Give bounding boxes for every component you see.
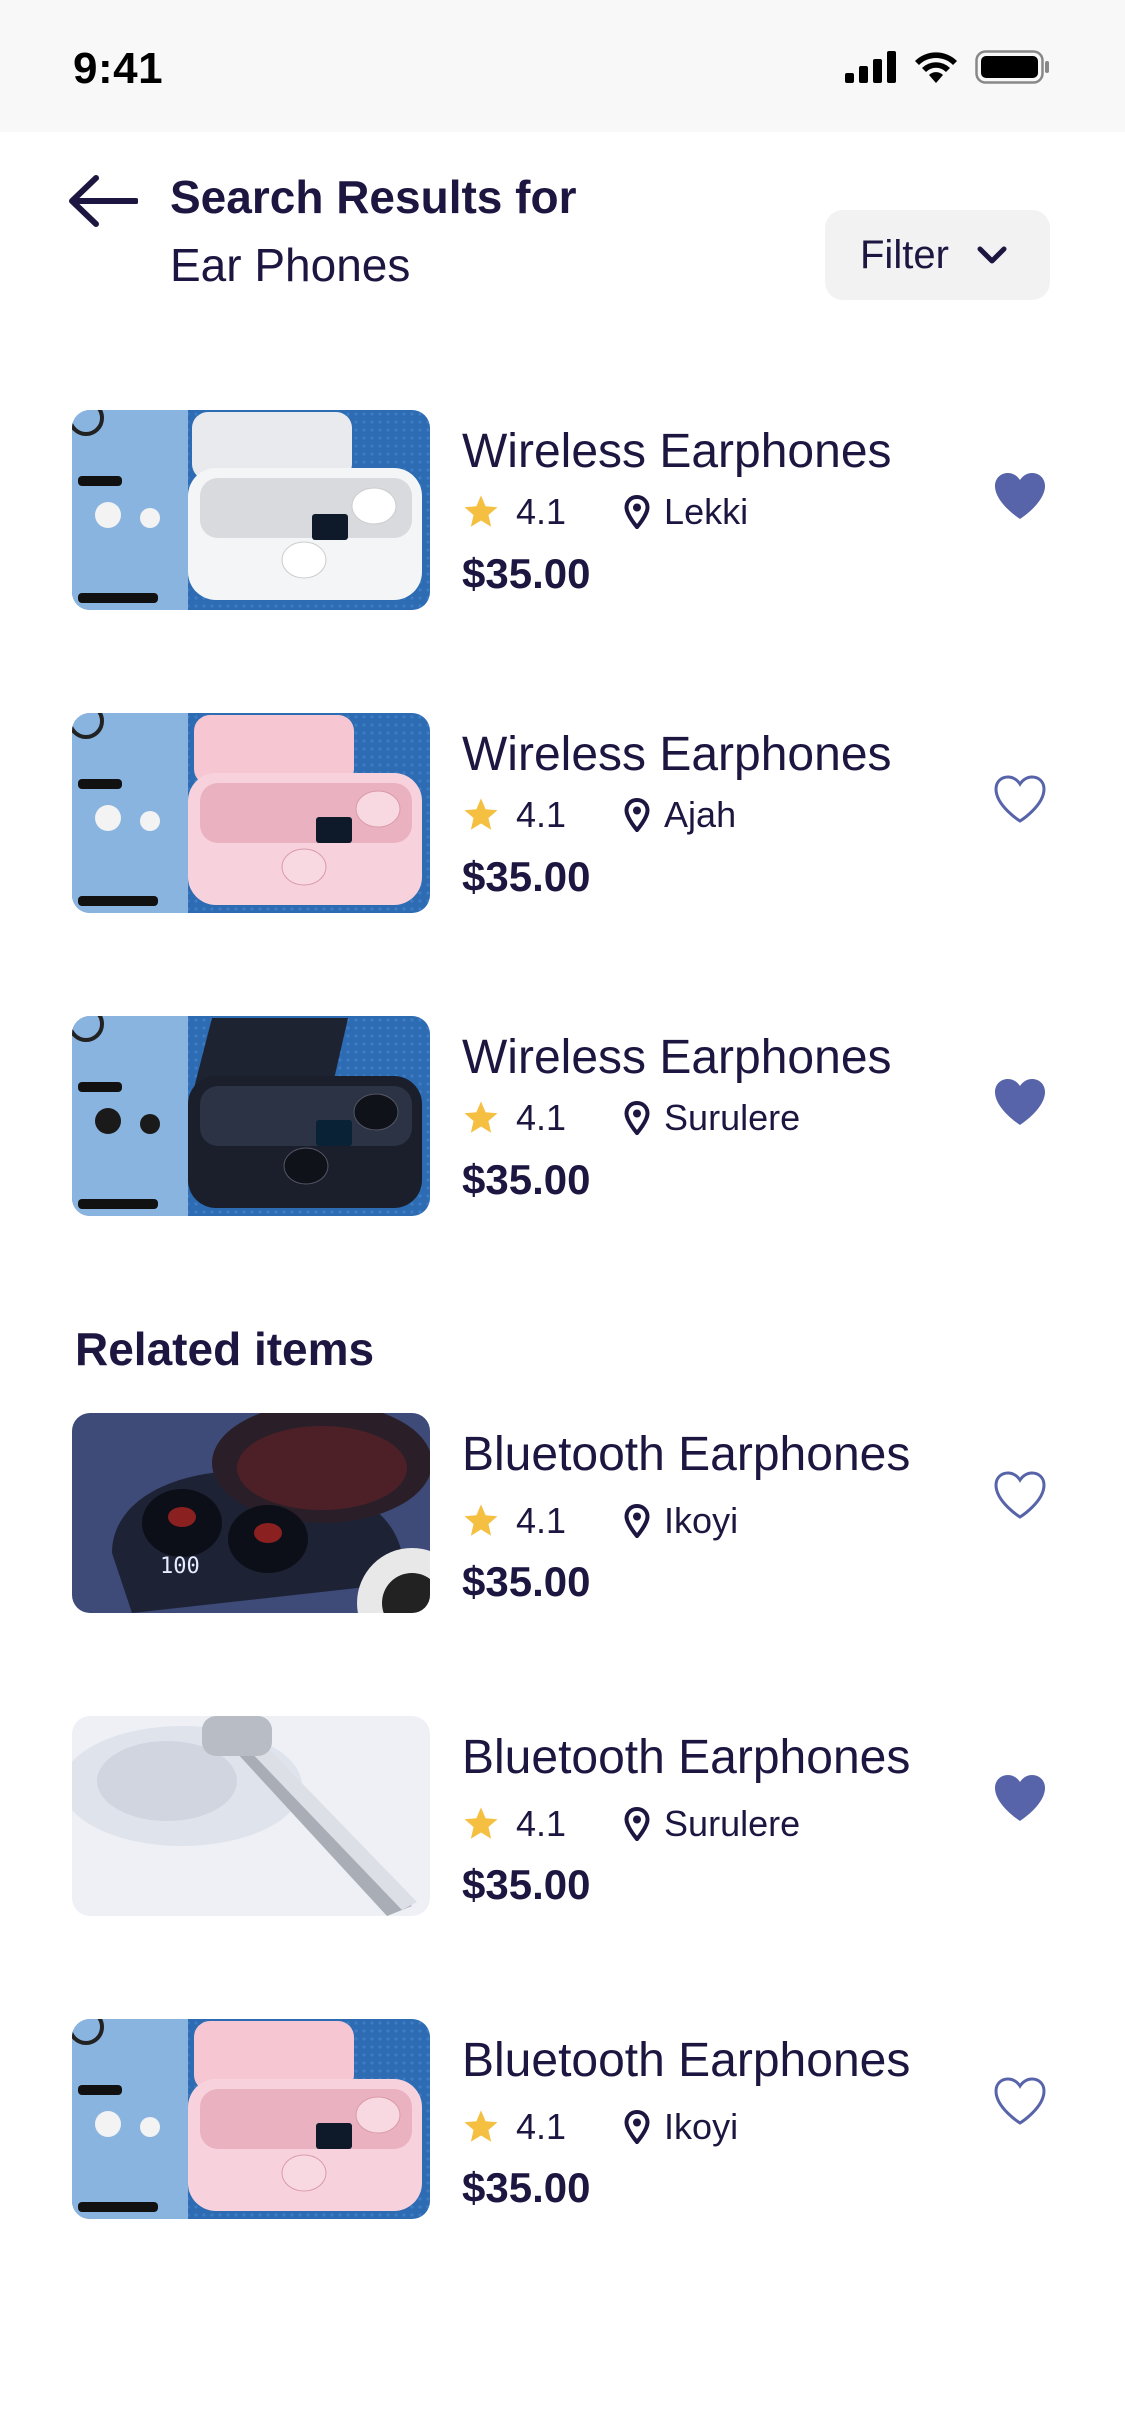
product-name[interactable]: Wireless Earphones [462, 1030, 892, 1085]
status-bar: 9:41 [0, 0, 1125, 132]
heart-filled-icon [995, 1775, 1045, 1821]
product-name[interactable]: Wireless Earphones [462, 727, 892, 782]
favorite-button[interactable] [992, 2075, 1048, 2127]
star-icon [464, 495, 498, 527]
star-icon [464, 1807, 498, 1839]
location-text: Surulere [664, 1803, 801, 1844]
location-text: Surulere [664, 1097, 801, 1138]
product-image[interactable] [72, 410, 430, 610]
related-items-title: Related items [75, 1323, 375, 1375]
rating-value: 4.1 [516, 794, 567, 835]
star-icon [464, 1504, 498, 1536]
product-price: $35.00 [462, 1558, 591, 1605]
product-price: $35.00 [462, 2164, 591, 2211]
rating-value: 4.1 [516, 2106, 567, 2147]
product-image[interactable] [72, 1716, 430, 1916]
product-card[interactable]: Wireless Earphones 4.1 Lekki $35.00 [72, 410, 1052, 610]
favorite-button[interactable] [992, 773, 1048, 825]
product-price: $35.00 [462, 1156, 591, 1203]
rating-value: 4.1 [516, 1803, 567, 1844]
product-name[interactable]: Bluetooth Earphones [462, 1427, 910, 1482]
product-image[interactable] [72, 2019, 430, 2219]
location-text: Ikoyi [664, 1500, 739, 1541]
location-pin-icon [624, 798, 650, 832]
back-button[interactable] [68, 174, 139, 228]
svg-text:100: 100 [160, 1554, 200, 1579]
product-image[interactable] [72, 713, 430, 913]
product-name[interactable]: Bluetooth Earphones [462, 2033, 910, 2088]
status-time: 9:41 [73, 44, 164, 93]
heart-filled-icon [995, 1079, 1045, 1125]
battery-icon [975, 50, 1049, 84]
favorite-button[interactable] [992, 1076, 1048, 1128]
product-price: $35.00 [462, 550, 591, 597]
filter-button[interactable]: Filter [825, 210, 1050, 300]
search-query: Ear Phones [170, 239, 411, 291]
wifi-icon [915, 52, 957, 83]
product-card[interactable]: Wireless Earphones 4.1 Ajah $35.00 [72, 713, 1052, 913]
rating-value: 4.1 [516, 491, 567, 532]
location-text: Lekki [664, 491, 749, 532]
star-icon [464, 798, 498, 830]
status-icons [845, 50, 1051, 84]
favorite-button[interactable] [992, 1469, 1048, 1521]
location-pin-icon [624, 1807, 650, 1841]
product-image[interactable]: 100 [72, 1413, 430, 1613]
filter-label: Filter [860, 232, 949, 277]
chevron-down-icon [977, 246, 1007, 264]
product-card[interactable]: Wireless Earphones 4.1 Surulere $35.00 [72, 1016, 1052, 1216]
star-icon [464, 1101, 498, 1133]
related-product-card[interactable]: Bluetooth Earphones 4.1 Surulere $35.00 [72, 1716, 1052, 1916]
related-product-card[interactable]: Bluetooth Earphones 4.1 Ikoyi $35.00 [72, 2019, 1052, 2219]
product-meta: 4.1 Ikoyi [462, 1499, 738, 1543]
heart-outline-icon [994, 775, 1046, 823]
heart-outline-icon [994, 1471, 1046, 1519]
location-text: Ikoyi [664, 2106, 739, 2147]
product-price: $35.00 [462, 1861, 591, 1908]
product-meta: 4.1 Surulere [462, 1802, 800, 1846]
product-meta: 4.1 Ajah [462, 793, 736, 837]
product-meta: 4.1 Ikoyi [462, 2105, 738, 2149]
product-name[interactable]: Bluetooth Earphones [462, 1730, 910, 1785]
related-product-card[interactable]: 100 Bluetooth Earphones 4.1 Ikoyi $35.00 [72, 1413, 1052, 1613]
product-price: $35.00 [462, 853, 591, 900]
location-text: Ajah [664, 794, 737, 835]
location-pin-icon [624, 495, 650, 529]
favorite-button[interactable] [992, 1772, 1048, 1824]
arrow-left-icon [69, 175, 139, 227]
page-title: Search Results for [170, 171, 577, 223]
rating-value: 4.1 [516, 1097, 567, 1138]
star-icon [464, 2110, 498, 2142]
product-image[interactable] [72, 1016, 430, 1216]
product-meta: 4.1 Lekki [462, 490, 748, 534]
favorite-button[interactable] [992, 470, 1048, 522]
location-pin-icon [624, 1504, 650, 1538]
heart-filled-icon [995, 473, 1045, 519]
location-pin-icon [624, 2110, 650, 2144]
product-name[interactable]: Wireless Earphones [462, 424, 892, 479]
cellular-signal-icon [845, 51, 896, 83]
heart-outline-icon [994, 2077, 1046, 2125]
location-pin-icon [624, 1101, 650, 1135]
rating-value: 4.1 [516, 1500, 567, 1541]
product-meta: 4.1 Surulere [462, 1096, 800, 1140]
